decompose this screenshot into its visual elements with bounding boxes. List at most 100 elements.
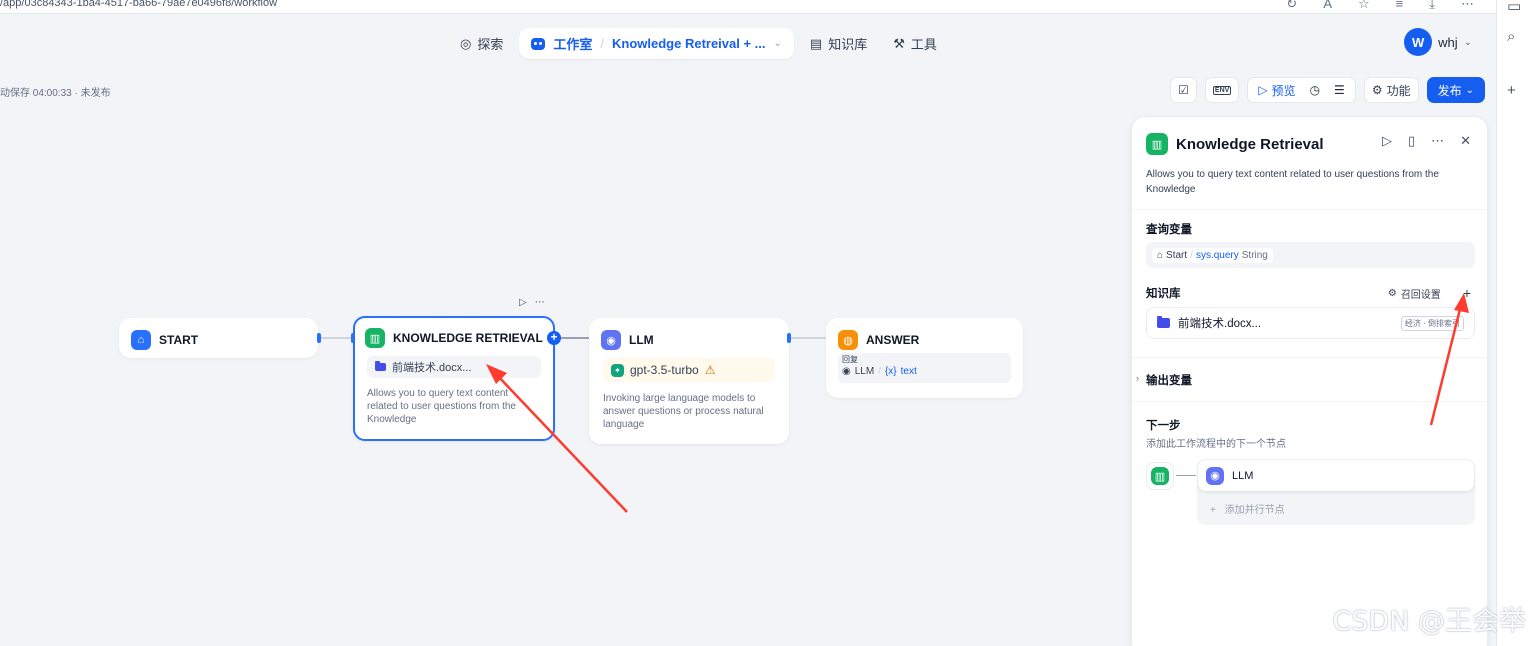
run-list-icon[interactable]: ☰ — [1334, 83, 1345, 97]
browser-sidebar: ▭ ⌕ + — [1496, 0, 1534, 646]
user-name: whj — [1438, 34, 1458, 50]
autosave-status: 动保存 04:00:33 · 未发布 — [0, 88, 111, 99]
more-menu-icon[interactable]: ⋯ — [1431, 133, 1444, 149]
nav-studio[interactable]: 工作室 / Knowledge Retreival + ... ⌄ — [519, 28, 794, 59]
favorite-star-icon[interactable]: ☆ — [1358, 0, 1370, 12]
nav-explore[interactable]: ◎ 探索 — [450, 28, 513, 59]
folder-icon — [1157, 316, 1170, 328]
divider — [1132, 357, 1489, 358]
node-knowledge-header: ▥ KNOWLEDGE RETRIEVAL — [355, 318, 553, 348]
knowledge-item-name: 前端技术.docx... — [1178, 318, 1262, 330]
node-start-header: ⌂ START — [121, 320, 316, 350]
chevron-down-icon[interactable]: ⌄ — [774, 38, 782, 49]
sidebar-panel-icon[interactable]: ▭ — [1507, 0, 1521, 15]
brain-icon: ◉ — [601, 330, 621, 350]
node-llm-desc: Invoking large language models to answer… — [603, 393, 764, 430]
next-node-llm[interactable]: ◉ LLM — [1198, 460, 1474, 491]
chevron-right-icon[interactable]: › — [1136, 373, 1139, 383]
node-more-icon[interactable]: ⋯ — [535, 297, 545, 308]
reply-icon: ◍ — [838, 330, 858, 350]
node-start-title: START — [159, 333, 199, 347]
node-answer-title: ANSWER — [866, 333, 920, 347]
edge-start-knowledge[interactable] — [318, 337, 354, 339]
book-open-icon: ▥ — [1151, 467, 1169, 485]
workflow-editor: /app/03c84343-1ba4-4517-ba66-79ae7e0496f… — [0, 0, 1534, 646]
query-var-node: Start — [1166, 249, 1188, 261]
avatar[interactable]: W — [1404, 28, 1433, 56]
node-knowledge-retrieval[interactable]: ▥ KNOWLEDGE RETRIEVAL 前端技术.docx... Allow… — [353, 316, 555, 441]
nav-studio-label: 工作室 — [553, 37, 593, 52]
query-variable-field[interactable]: ⌂ Start / sys.query String — [1146, 242, 1475, 268]
compass-icon: ◎ — [460, 35, 472, 51]
answer-var-sep: / — [878, 366, 881, 377]
play-icon: ▷ — [1258, 83, 1268, 97]
query-var-sep: / — [1190, 249, 1193, 261]
book-open-icon: ▥ — [1146, 133, 1168, 155]
checklist-button[interactable]: ☑ — [1170, 77, 1197, 103]
home-icon: ⌂ — [131, 330, 151, 350]
run-node-icon[interactable]: ▷ — [519, 297, 527, 308]
variable-icon: {x} — [884, 366, 897, 377]
close-icon[interactable]: ✕ — [1460, 133, 1471, 149]
panel-header: ▥ Knowledge Retrieval — [1146, 133, 1324, 155]
warning-icon: ⚠ — [704, 363, 716, 377]
publish-button[interactable]: 发布 ⌄ — [1426, 77, 1485, 103]
features-button[interactable]: ⚙ 功能 — [1363, 77, 1419, 103]
features-label: 功能 — [1386, 83, 1411, 98]
search-icon[interactable]: ⌕ — [1507, 28, 1515, 45]
read-aloud-icon[interactable]: A — [1323, 0, 1332, 12]
add-icon[interactable]: + — [1507, 82, 1516, 99]
help-book-icon[interactable]: ▯ — [1408, 133, 1415, 149]
user-menu[interactable]: W whj ⌄ — [1404, 28, 1472, 56]
panel-description[interactable]: Allows you to query text content related… — [1146, 167, 1466, 197]
next-step-subtitle: 添加此工作流程中的下一个节点 — [1146, 439, 1286, 450]
llm-output-handle[interactable] — [787, 333, 791, 343]
add-parallel-node-button[interactable]: + 添加并行节点 — [1210, 501, 1285, 516]
output-variables-label[interactable]: 输出变量 — [1146, 372, 1192, 388]
nav-knowledge-label: 知识库 — [828, 37, 868, 52]
add-knowledge-icon[interactable]: + — [1463, 285, 1471, 301]
chevron-down-icon[interactable]: ⌄ — [1464, 37, 1472, 48]
nav-explore-label: 探索 — [477, 37, 504, 52]
model-chip: ✦ gpt-3.5-turbo ⚠ — [603, 358, 775, 382]
favorites-list-icon[interactable]: ≡ — [1396, 0, 1404, 12]
add-next-node-icon[interactable]: + — [547, 331, 561, 345]
recall-settings-label: 召回设置 — [1400, 289, 1441, 301]
node-llm[interactable]: ◉ LLM ✦ gpt-3.5-turbo ⚠ Invoking large l… — [589, 318, 789, 444]
features-icon: ⚙ — [1371, 83, 1383, 97]
start-output-handle[interactable] — [317, 333, 321, 343]
divider — [1132, 209, 1489, 210]
openai-icon: ✦ — [611, 363, 624, 377]
book-open-icon: ▥ — [365, 328, 385, 348]
node-quick-actions: ▷ ⋯ — [519, 297, 545, 308]
node-answer-header: ◍ ANSWER — [828, 320, 1021, 350]
knowledge-item[interactable]: 前端技术.docx... 经济 · 倒排索引 — [1146, 307, 1475, 339]
plus-icon: + — [1210, 505, 1216, 516]
app-selector-label[interactable]: Knowledge Retreival + ... — [612, 36, 766, 51]
preview-button[interactable]: ▷ 预览 — [1258, 82, 1295, 99]
run-step-icon[interactable]: ▷ — [1382, 133, 1392, 149]
node-answer[interactable]: ◍ ANSWER 回复 ◉ LLM / {x} text — [826, 318, 1023, 398]
panel-title[interactable]: Knowledge Retrieval — [1176, 136, 1324, 153]
env-button[interactable]: ENV — [1204, 77, 1240, 103]
hammer-icon: ⚒ — [893, 35, 905, 51]
browser-url-bar[interactable]: /app/03c84343-1ba4-4517-ba66-79ae7e0496f… — [0, 0, 1534, 14]
history-icon[interactable]: ◷ — [1310, 83, 1320, 97]
nav-knowledge[interactable]: ▤ 知识库 — [800, 28, 877, 59]
node-llm-header: ◉ LLM — [591, 320, 787, 350]
node-start[interactable]: ⌂ START — [119, 318, 318, 358]
edge-llm-answer[interactable] — [789, 337, 826, 339]
recall-settings-button[interactable]: ⚙ 召回设置 — [1388, 286, 1441, 301]
model-name: gpt-3.5-turbo — [630, 363, 699, 377]
nav-tools[interactable]: ⚒ 工具 — [883, 28, 947, 59]
answer-var-node: LLM — [854, 366, 875, 377]
more-menu-icon[interactable]: ⋯ — [1461, 0, 1474, 12]
checklist-icon: ☑ — [1178, 83, 1189, 97]
refresh-icon[interactable]: ↻ — [1286, 0, 1297, 12]
retrieval-mode-badge: 经济 · 倒排索引 — [1400, 315, 1464, 331]
downloads-icon[interactable]: ⤓ — [1429, 0, 1435, 12]
settings-sliders-icon: ⚙ — [1387, 287, 1397, 299]
knowledge-input-handle[interactable] — [351, 333, 355, 343]
node-knowledge-title: KNOWLEDGE RETRIEVAL — [393, 331, 543, 345]
query-variable-tag: ⌂ Start / sys.query String — [1152, 247, 1273, 263]
